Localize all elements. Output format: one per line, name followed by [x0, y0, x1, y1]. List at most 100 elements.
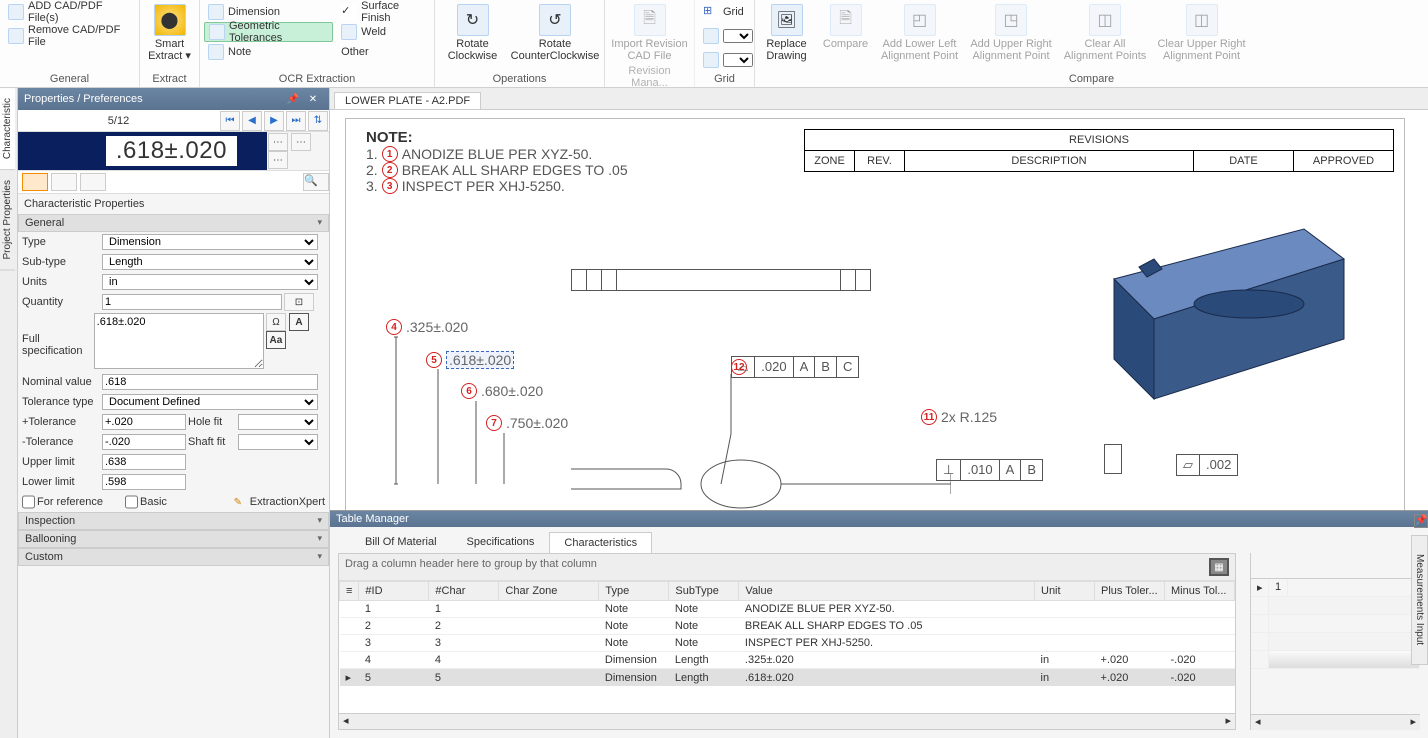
toltype-select[interactable]: Document Defined [102, 394, 318, 410]
tab-specifications[interactable]: Specifications [452, 531, 550, 553]
lower-limit-input[interactable] [102, 474, 186, 490]
grid-button[interactable]: ⊞Grid [699, 2, 748, 22]
other-button[interactable]: Other [337, 42, 430, 62]
add-lower-left-button: ◰Add Lower Left Alignment Point [877, 2, 962, 64]
balloon-2: 2 [382, 162, 398, 178]
rotate-ccw-button[interactable]: ↺Rotate CounterClockwise [510, 2, 600, 64]
add-cad-button[interactable]: ADD CAD/PDF File(s) [4, 2, 135, 22]
dim-6[interactable]: 6.680±.020 [461, 383, 543, 399]
grid-combo-1[interactable] [699, 26, 757, 46]
replace-drawing-icon: 🖼 [771, 4, 803, 36]
geotol-icon [209, 24, 225, 40]
properties-panel: Properties / Preferences 📌✕ 5/12 ⏮ ◀ ▶ ⏭… [18, 88, 330, 738]
subtype-select[interactable]: Length [102, 254, 318, 270]
replace-drawing-button[interactable]: 🖼Replace Drawing [759, 2, 814, 64]
remove-cad-button[interactable]: Remove CAD/PDF File [4, 26, 135, 46]
table-row[interactable]: ▸55DimensionLength.618±.020in+.020-.020 [340, 669, 1235, 687]
characteristics-grid[interactable]: ≡ #ID #Char Char Zone Type SubType Value… [339, 581, 1235, 686]
group-hint[interactable]: Drag a column header here to group by th… [339, 554, 1235, 581]
dimension-button[interactable]: Dimension [204, 2, 333, 22]
section-general[interactable]: General [18, 214, 329, 232]
quantity-input[interactable] [102, 294, 282, 310]
nav-action-button[interactable]: ⇅ [308, 111, 328, 131]
holefit-select[interactable] [238, 414, 318, 430]
rotate-cw-button[interactable]: ↻Rotate Clockwise [439, 2, 506, 64]
extraction-xpert-icon[interactable]: ✎ [228, 493, 248, 511]
pin-icon[interactable]: 📌 [283, 90, 303, 108]
fullspec-input[interactable]: .618±.020 [94, 313, 264, 369]
document-tab[interactable]: LOWER PLATE - A2.PDF [334, 92, 481, 109]
compare-button: 🗎Compare [818, 2, 873, 52]
table-row[interactable]: 11NoteNoteANODIZE BLUE PER XYZ-50. [340, 601, 1235, 618]
geometric-tolerances-button[interactable]: Geometric Tolerances [204, 22, 333, 42]
side-btn-1[interactable]: ⋯ [268, 133, 288, 151]
dim-7[interactable]: 7.750±.020 [486, 415, 568, 431]
view-mode-2[interactable] [51, 173, 77, 191]
mini-hscroll[interactable]: ◂▸ [1251, 714, 1420, 730]
grid-combo-2[interactable] [699, 50, 757, 70]
side-btn-3[interactable]: ⋯ [268, 151, 288, 169]
weld-button[interactable]: Weld [337, 22, 430, 42]
tm-pin-icon[interactable]: 📌 [1414, 514, 1428, 528]
nav-first-button[interactable]: ⏮ [220, 111, 240, 131]
view-mode-4[interactable] [109, 173, 135, 191]
dim-4[interactable]: 4.325±.020 [386, 319, 468, 335]
close-icon[interactable]: ✕ [303, 90, 323, 108]
nav-last-button[interactable]: ⏭ [286, 111, 306, 131]
gdt-parallel[interactable]: ▱.002 [1176, 454, 1238, 476]
table-row[interactable]: 44DimensionLength.325±.020in+.020-.020 [340, 652, 1235, 669]
compare-icon: 🗎 [830, 4, 862, 36]
section-inspection[interactable]: Inspection [18, 512, 329, 530]
remove-file-icon [8, 28, 24, 44]
font-icon[interactable]: A [289, 313, 309, 331]
gdt-12[interactable]: 12 ⌓.020ABC [731, 359, 751, 375]
section-custom[interactable]: Custom [18, 548, 329, 566]
table-row[interactable]: 22NoteNoteBREAK ALL SHARP EDGES TO .05 [340, 618, 1235, 635]
side-tabs: Characteristic Project Properties [0, 88, 18, 738]
rotate-cw-icon: ↻ [457, 4, 489, 36]
side-btn-2[interactable]: ⋯ [291, 133, 311, 151]
smart-extract-button[interactable]: ⬤ SmartExtract ▾ [144, 2, 195, 64]
table-row[interactable]: 33NoteNoteINSPECT PER XHJ-5250. [340, 635, 1235, 652]
dim-11[interactable]: 112x R.125 [921, 409, 997, 425]
note-icon [208, 44, 224, 60]
view-mode-zoom[interactable]: 🔍 [303, 173, 329, 191]
view-mode-1[interactable] [22, 173, 48, 191]
section-ballooning[interactable]: Ballooning [18, 530, 329, 548]
part-3d-view [1084, 219, 1364, 449]
minus-tol-input[interactable] [102, 434, 186, 450]
grid-options-icon[interactable]: ▦ [1209, 558, 1229, 576]
nav-prev-button[interactable]: ◀ [242, 111, 262, 131]
tab-characteristic[interactable]: Characteristic [0, 88, 15, 170]
clear-ur-icon: ◫ [1186, 4, 1218, 36]
upper-limit-input[interactable] [102, 454, 186, 470]
units-select[interactable]: in [102, 274, 318, 290]
tab-characteristics[interactable]: Characteristics [549, 532, 652, 554]
clear-all-align-button: ◫Clear All Alignment Points [1060, 2, 1150, 64]
tab-project-properties[interactable]: Project Properties [0, 170, 15, 270]
drawing-page: NOTE: 1.1ANODIZE BLUE PER XYZ-50. 2.2BRE… [345, 118, 1405, 510]
dim-5[interactable]: 5.618±.020 [426, 351, 514, 369]
shaftfit-select[interactable] [238, 434, 318, 450]
import-revision-icon: 🗎 [634, 4, 666, 36]
omega-icon[interactable]: Ω [266, 313, 286, 331]
quantity-stepper-icon[interactable]: ⊡ [284, 293, 314, 311]
plus-tol-input[interactable] [102, 414, 186, 430]
tab-measurements-input[interactable]: Measurements Input [1411, 535, 1428, 665]
gdt-perp[interactable]: ⊥.010AB [936, 459, 1043, 481]
basic-check[interactable] [125, 494, 138, 510]
tab-bom[interactable]: Bill Of Material [350, 531, 452, 553]
nav-next-button[interactable]: ▶ [264, 111, 284, 131]
type-select[interactable]: Dimension [102, 234, 318, 250]
view-mode-3[interactable] [80, 173, 106, 191]
grid-hscroll[interactable]: ◂▸ [339, 713, 1235, 729]
table-manager-header: Table Manager [330, 511, 1428, 527]
profile-outline [571, 439, 951, 509]
surface-finish-button[interactable]: ✓Surface Finish [337, 2, 430, 22]
case-icon[interactable]: Aa [266, 331, 286, 349]
for-reference-check[interactable] [22, 494, 35, 510]
group-grid: Grid [699, 72, 750, 87]
drawing-canvas[interactable]: NOTE: 1.1ANODIZE BLUE PER XYZ-50. 2.2BRE… [330, 110, 1428, 510]
note-button[interactable]: Note [204, 42, 333, 62]
nominal-input[interactable] [102, 374, 318, 390]
